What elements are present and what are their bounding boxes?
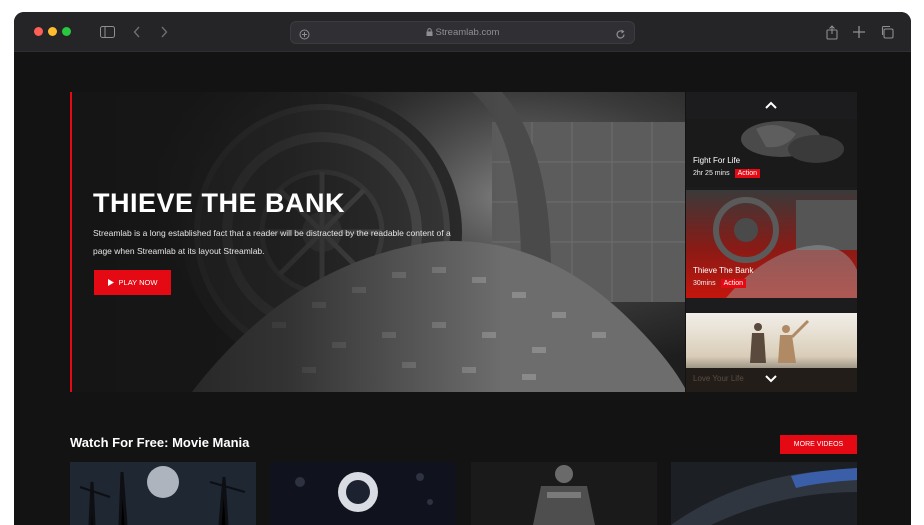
- browser-toolbar: Streamlab.com: [14, 12, 911, 52]
- share-icon[interactable]: [822, 22, 842, 42]
- play-now-button[interactable]: PLAY NOW: [94, 270, 171, 295]
- new-tab-icon[interactable]: [849, 22, 869, 42]
- astronaut-thumbnail: [270, 462, 456, 525]
- hero-banner: THIEVE THE BANK Streamlab is a long esta…: [70, 92, 685, 392]
- soldier-thumbnail: [471, 462, 657, 525]
- hero-title: THIEVE THE BANK: [93, 188, 346, 218]
- featured-item[interactable]: Fight For Life 2hr 25 mins Action: [686, 119, 857, 187]
- back-icon[interactable]: [127, 22, 147, 42]
- chevron-up-icon[interactable]: [763, 99, 779, 111]
- forward-icon[interactable]: [154, 22, 174, 42]
- movie-card[interactable]: [671, 462, 857, 525]
- movie-card[interactable]: [270, 462, 456, 525]
- tab-overview-icon[interactable]: [877, 22, 897, 42]
- genre-badge: Action: [720, 279, 747, 288]
- sidebar-toggle-icon[interactable]: [97, 22, 117, 42]
- duration: 30mins: [693, 280, 716, 287]
- hero-description: Streamlab is a long established fact tha…: [93, 228, 451, 256]
- featured-item-active[interactable]: Thieve The Bank 30mins Action: [686, 190, 857, 298]
- address-bar[interactable]: Streamlab.com: [290, 21, 635, 44]
- lock-icon: [426, 28, 433, 36]
- duration: 2hr 25 mins: [693, 170, 730, 177]
- maximize-window-button[interactable]: [62, 27, 71, 36]
- movie-card[interactable]: [471, 462, 657, 525]
- featured-list: Fight For Life 2hr 25 mins Action Thieve…: [686, 92, 857, 392]
- browser-window: Streamlab.com THIEVE THE BANK Streamlab …: [14, 12, 911, 525]
- movie-card[interactable]: [70, 462, 256, 525]
- reload-icon[interactable]: [615, 27, 626, 45]
- chevron-down-icon[interactable]: [763, 373, 779, 385]
- url-text: Streamlab.com: [291, 27, 634, 38]
- section-title: Watch For Free: Movie Mania: [70, 435, 250, 450]
- minimize-window-button[interactable]: [48, 27, 57, 36]
- train-thumbnail: [671, 462, 857, 525]
- genre-badge: Action: [734, 169, 761, 178]
- close-window-button[interactable]: [34, 27, 43, 36]
- moon-forest-thumbnail: [70, 462, 256, 525]
- more-videos-button[interactable]: MORE VIDEOS: [780, 435, 857, 454]
- play-icon: [107, 279, 114, 286]
